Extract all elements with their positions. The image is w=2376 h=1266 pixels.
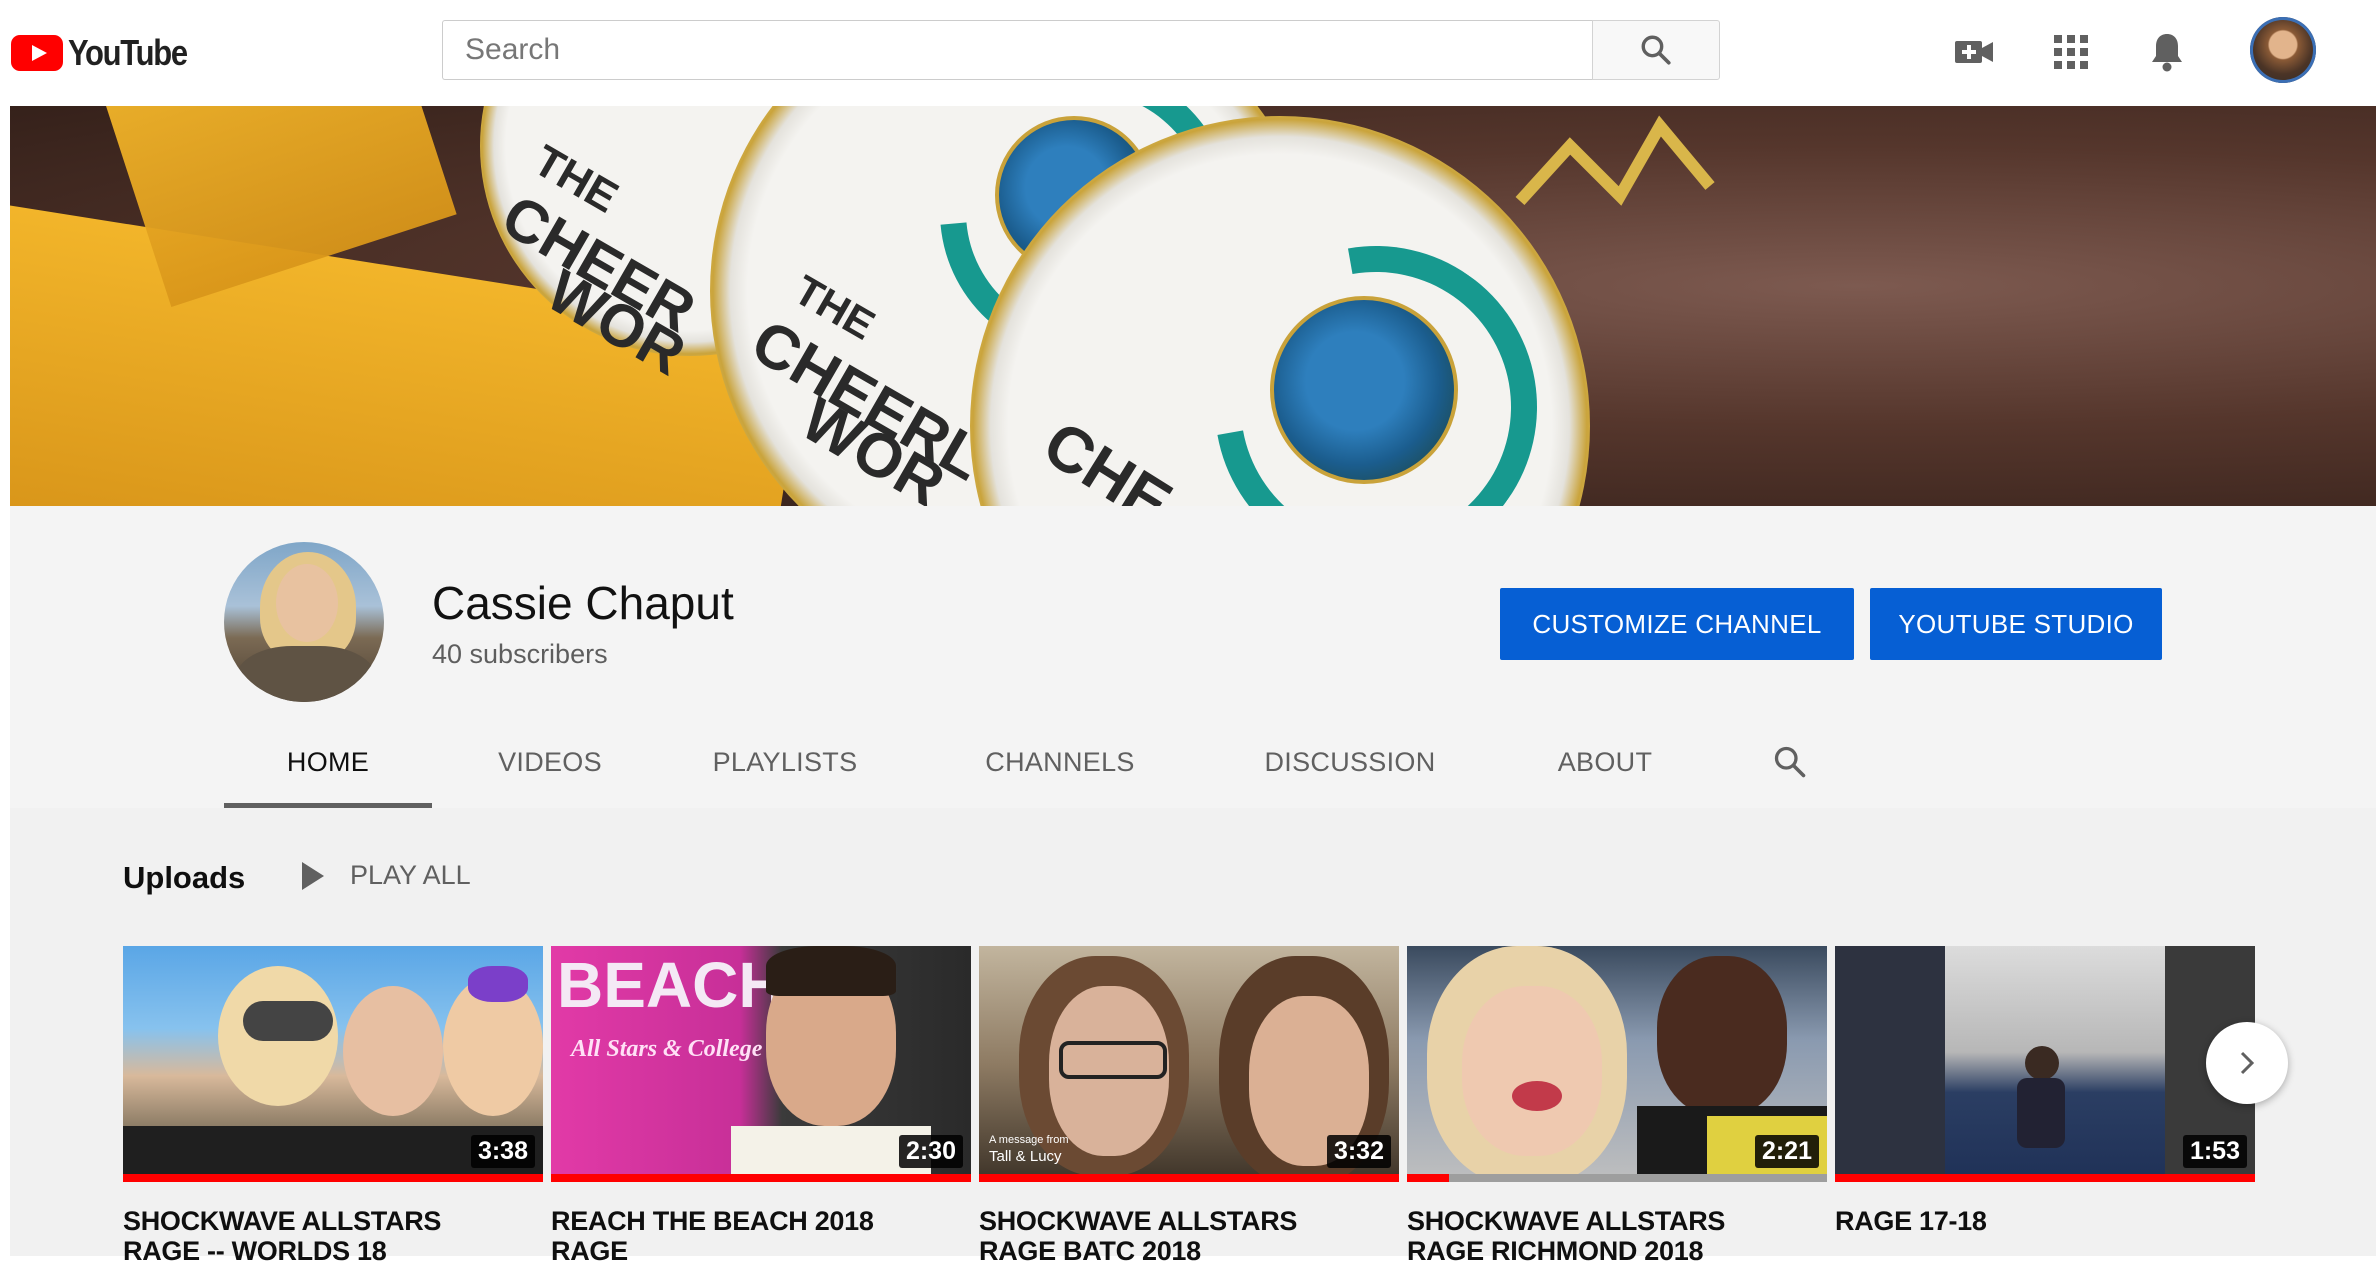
video-title-line: RAGE BATC 2018 bbox=[979, 1236, 1201, 1266]
thumb-overlay-text: A message from bbox=[989, 1134, 1069, 1146]
channel-name: Cassie Chaput bbox=[432, 577, 734, 629]
search-button[interactable] bbox=[1592, 20, 1720, 80]
avatar-face bbox=[276, 564, 338, 642]
video-title-line: REACH THE BEACH 2018 bbox=[551, 1206, 874, 1236]
youtube-logo[interactable]: YouTube bbox=[11, 32, 206, 73]
watch-progress bbox=[1407, 1174, 1449, 1182]
tab-videos[interactable]: VIDEOS bbox=[480, 716, 620, 808]
play-all-button[interactable]: PLAY ALL bbox=[302, 860, 471, 891]
watch-progress bbox=[551, 1174, 971, 1182]
tab-channels[interactable]: CHANNELS bbox=[970, 716, 1150, 808]
thumb-overlay-text: All Stars & College bbox=[571, 1036, 763, 1062]
video-title-line: RAGE RICHMOND 2018 bbox=[1407, 1236, 1704, 1266]
video-card[interactable]: A message from Tall & Lucy 3:32 SHOCKWAV… bbox=[979, 946, 1399, 1266]
thumb-person bbox=[343, 986, 443, 1116]
video-duration: 2:21 bbox=[1754, 1135, 1819, 1168]
search-bar bbox=[442, 20, 1720, 82]
video-thumbnail[interactable]: BEACH All Stars & College 2:30 bbox=[551, 946, 971, 1182]
thumb-hair bbox=[766, 946, 896, 996]
thumb-bow bbox=[468, 966, 528, 1002]
tab-about[interactable]: ABOUT bbox=[1540, 716, 1670, 808]
thumb-person bbox=[2025, 1046, 2059, 1080]
thumb-overlay-text: BEACH bbox=[557, 949, 785, 1021]
video-title-line: SHOCKWAVE ALLSTARS bbox=[1407, 1206, 1726, 1236]
search-input[interactable] bbox=[442, 20, 1592, 80]
channel-header: Cassie Chaput 40 subscribers CUSTOMIZE C… bbox=[10, 506, 2376, 808]
notifications-button[interactable] bbox=[2143, 28, 2191, 76]
video-duration: 1:53 bbox=[2182, 1135, 2247, 1168]
channel-search-button[interactable] bbox=[1755, 716, 1825, 808]
video-thumbnail[interactable]: 1:53 bbox=[1835, 946, 2255, 1182]
video-thumbnail[interactable]: 3:38 bbox=[123, 946, 543, 1182]
video-title[interactable]: REACH THE BEACH 2018 RAGE bbox=[551, 1206, 971, 1266]
medal-crown-icon bbox=[1515, 115, 1715, 206]
video-title-line: SHOCKWAVE ALLSTARS bbox=[123, 1206, 442, 1236]
top-bar: YouTube bbox=[0, 0, 2376, 106]
apps-grid-icon bbox=[2054, 35, 2088, 69]
thumb-person-body bbox=[2017, 1078, 2065, 1148]
thumb-glasses bbox=[1059, 1041, 1167, 1079]
video-card[interactable]: 1:53 RAGE 17-18 bbox=[1835, 946, 2255, 1236]
uploads-title[interactable]: Uploads bbox=[123, 860, 245, 896]
search-icon bbox=[1774, 746, 1806, 778]
notifications-bell-icon bbox=[2152, 34, 2182, 72]
apps-button[interactable] bbox=[2047, 28, 2095, 76]
account-avatar[interactable] bbox=[2250, 17, 2316, 83]
tab-home[interactable]: HOME bbox=[224, 716, 432, 808]
video-duration: 3:32 bbox=[1326, 1135, 1391, 1168]
video-title[interactable]: SHOCKWAVE ALLSTARS RAGE BATC 2018 bbox=[979, 1206, 1399, 1266]
video-title-line: RAGE 17-18 bbox=[1835, 1206, 1987, 1236]
thumb-wall bbox=[1835, 946, 1945, 1182]
watch-progress bbox=[1835, 1174, 2255, 1182]
video-card[interactable]: 3:38 SHOCKWAVE ALLSTARS RAGE -- WORLDS 1… bbox=[123, 946, 543, 1266]
video-title-line: SHOCKWAVE ALLSTARS bbox=[979, 1206, 1298, 1236]
tab-discussion[interactable]: DISCUSSION bbox=[1250, 716, 1450, 808]
uploads-section: Uploads PLAY ALL 3:38 SHOCKWAVE ALLSTARS… bbox=[10, 808, 2376, 1266]
thumb-mouth bbox=[1512, 1081, 1562, 1111]
tab-playlists[interactable]: PLAYLISTS bbox=[700, 716, 870, 808]
thumb-person bbox=[1657, 956, 1787, 1116]
video-title-line: RAGE -- WORLDS 18 bbox=[123, 1236, 387, 1266]
video-card[interactable]: BEACH All Stars & College 2:30 REACH THE… bbox=[551, 946, 971, 1266]
youtube-play-logo-icon bbox=[11, 35, 63, 71]
globe-emblem bbox=[1270, 296, 1458, 484]
video-title[interactable]: SHOCKWAVE ALLSTARS RAGE -- WORLDS 18 bbox=[123, 1206, 543, 1266]
watch-progress bbox=[979, 1174, 1399, 1182]
video-card[interactable]: 2:21 SHOCKWAVE ALLSTARS RAGE RICHMOND 20… bbox=[1407, 946, 1827, 1266]
play-all-label: PLAY ALL bbox=[350, 860, 471, 890]
youtube-studio-button[interactable]: YOUTUBE STUDIO bbox=[1870, 588, 2162, 660]
video-duration: 3:38 bbox=[470, 1135, 535, 1168]
create-video-icon bbox=[1955, 41, 1993, 63]
channel-avatar[interactable] bbox=[224, 542, 384, 702]
subscriber-count: 40 subscribers bbox=[432, 639, 608, 669]
watch-progress bbox=[123, 1174, 543, 1182]
video-duration: 2:30 bbox=[898, 1135, 963, 1168]
channel-tabs: HOME VIDEOS PLAYLISTS CHANNELS DISCUSSIO… bbox=[10, 716, 2376, 808]
video-title[interactable]: RAGE 17-18 bbox=[1835, 1206, 2255, 1236]
avatar-body bbox=[236, 646, 376, 702]
video-thumbnail[interactable]: A message from Tall & Lucy 3:32 bbox=[979, 946, 1399, 1182]
thumb-person bbox=[1462, 986, 1602, 1156]
customize-channel-button[interactable]: CUSTOMIZE CHANNEL bbox=[1500, 588, 1854, 660]
video-thumbnail[interactable]: 2:21 bbox=[1407, 946, 1827, 1182]
watch-progress-track bbox=[1407, 1174, 1827, 1182]
video-title[interactable]: SHOCKWAVE ALLSTARS RAGE RICHMOND 2018 bbox=[1407, 1206, 1827, 1266]
logo-text: YouTube bbox=[68, 32, 188, 73]
thumb-overlay-text: Tall & Lucy bbox=[989, 1148, 1062, 1165]
video-title-line: RAGE bbox=[551, 1236, 628, 1266]
carousel-next-button[interactable] bbox=[2206, 1022, 2288, 1104]
thumb-sunglasses bbox=[243, 1001, 333, 1041]
create-video-button[interactable] bbox=[1950, 28, 1998, 76]
chevron-right-icon bbox=[2240, 1051, 2255, 1075]
play-icon bbox=[302, 861, 324, 890]
search-icon bbox=[1641, 35, 1671, 65]
channel-banner: THE CHEER WOR THE CHEERL WOR CHE bbox=[10, 106, 2376, 506]
